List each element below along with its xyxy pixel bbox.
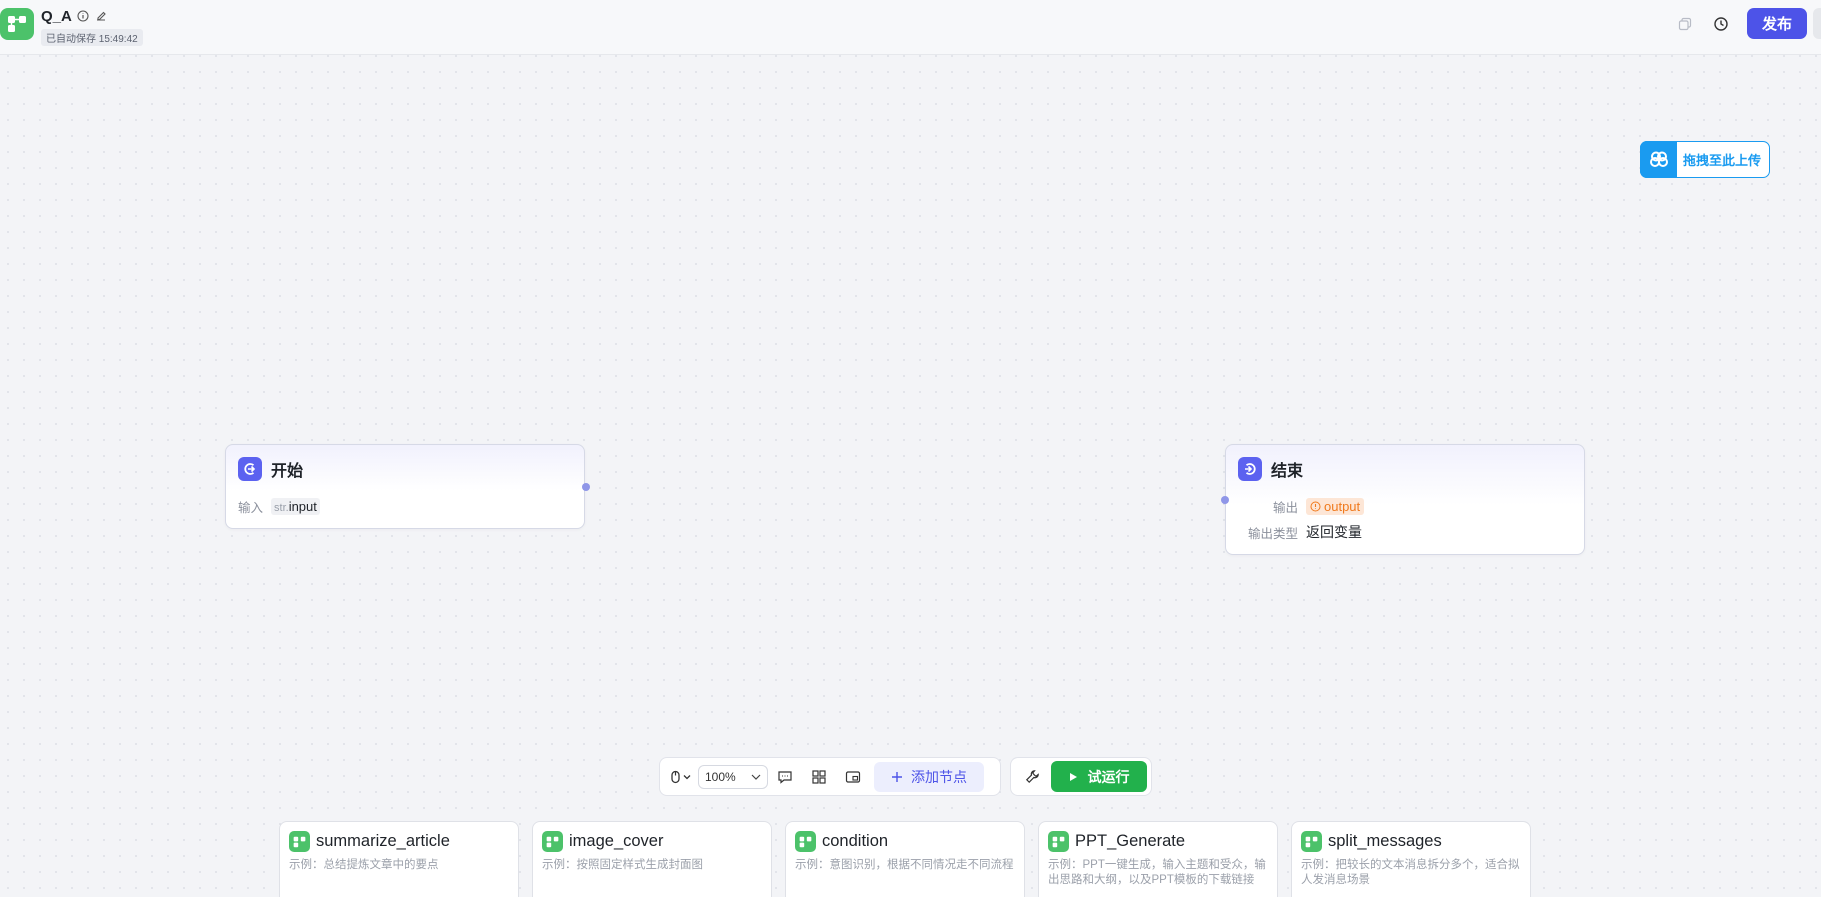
input-label: 输入	[238, 500, 264, 515]
zoom-select[interactable]: 100%	[698, 764, 768, 789]
end-node-title: 结束	[1271, 463, 1304, 480]
end-node-input-port[interactable]	[1221, 496, 1229, 504]
zoom-value: 100%	[705, 769, 736, 784]
workflow-title: Q_A	[41, 7, 72, 25]
template-name: image_cover	[569, 832, 664, 850]
template-name: condition	[822, 832, 889, 850]
workflow-logo-icon	[0, 8, 34, 40]
workflow-icon	[1301, 831, 1322, 852]
run-toolbar: 试运行	[1010, 757, 1152, 796]
auto-layout-icon[interactable]	[802, 762, 836, 792]
template-description: 示例：PPT一键生成，输入主题和受众，输出思路和大纲，以及PPT模板的下载链接	[1048, 859, 1266, 886]
start-node-title: 开始	[271, 463, 304, 480]
workflow-icon	[1048, 831, 1069, 852]
play-icon	[1069, 772, 1077, 781]
output-var-name: output	[1324, 498, 1361, 514]
template-description: 示例：按照固定样式生成封面图	[542, 859, 703, 871]
upload-cloud-icon	[1640, 140, 1677, 178]
plus-icon	[892, 771, 902, 782]
history-icon[interactable]	[1703, 9, 1739, 39]
start-node-icon	[238, 457, 262, 481]
output-label: 输出	[1272, 500, 1298, 515]
warning-icon	[1310, 501, 1321, 511]
output-type-label: 输出类型	[1247, 526, 1298, 541]
template-card-summarize-article[interactable]: summarize_article 示例：总结提炼文章中的要点	[279, 821, 519, 897]
template-name: split_messages	[1328, 832, 1442, 850]
info-icon[interactable]	[76, 9, 90, 23]
template-description: 示例：意图识别，根据不同情况走不同流程	[795, 859, 1014, 871]
publish-button[interactable]: 发布	[1747, 8, 1807, 39]
start-node[interactable]: 开始 输入 str.input	[225, 444, 585, 529]
title-area: Q_A 已自动保存 15:49:42	[41, 7, 143, 47]
test-run-button[interactable]: 试运行	[1051, 761, 1147, 792]
workflow-icon	[289, 831, 310, 852]
mouse-mode-icon[interactable]	[664, 762, 698, 792]
edit-icon[interactable]	[94, 9, 108, 23]
template-card-split-messages[interactable]: split_messages 示例：把较长的文本消息拆分多个，适合拟人发消息场景	[1291, 821, 1531, 897]
input-name: input	[288, 498, 317, 514]
end-node-icon	[1238, 457, 1262, 481]
template-card-ppt-generate[interactable]: PPT_Generate 示例：PPT一键生成，输入主题和受众，输出思路和大纲，…	[1038, 821, 1278, 897]
output-type-value: 返回变量	[1306, 524, 1362, 540]
template-card-condition[interactable]: condition 示例：意图识别，根据不同情况走不同流程	[785, 821, 1025, 897]
output-variable-chip: output	[1306, 497, 1365, 515]
canvas-toolbar: 100% 添加节点	[659, 757, 1001, 796]
upload-label: 拖拽至此上传	[1683, 153, 1762, 168]
minimap-icon[interactable]	[836, 762, 870, 792]
top-bar: Q_A 已自动保存 15:49:42 发布	[0, 0, 1821, 55]
input-variable-chip: str.input	[271, 497, 320, 515]
comment-icon[interactable]	[768, 762, 802, 792]
input-type: str.	[274, 501, 289, 514]
copy-icon[interactable]	[1667, 9, 1703, 39]
side-panel-handle[interactable]	[1813, 8, 1821, 39]
autosave-status: 已自动保存 15:49:42	[41, 29, 143, 46]
add-node-button[interactable]: 添加节点	[874, 761, 984, 792]
template-description: 示例：总结提炼文章中的要点	[289, 859, 439, 871]
chevron-down-icon	[751, 774, 761, 780]
workflow-icon	[542, 831, 563, 852]
wrench-icon[interactable]	[1015, 762, 1049, 792]
end-node[interactable]: 结束 输出 output 输出类型 返回变量	[1225, 444, 1585, 555]
template-name: PPT_Generate	[1075, 832, 1186, 850]
workflow-icon	[795, 831, 816, 852]
add-node-label: 添加节点	[911, 768, 967, 785]
template-card-image-cover[interactable]: image_cover 示例：按照固定样式生成封面图	[532, 821, 772, 897]
test-run-label: 试运行	[1087, 768, 1130, 785]
template-description: 示例：把较长的文本消息拆分多个，适合拟人发消息场景	[1301, 859, 1520, 886]
template-name: summarize_article	[316, 832, 450, 850]
drag-upload-button[interactable]: 拖拽至此上传	[1640, 140, 1770, 178]
start-node-output-port[interactable]	[582, 483, 590, 491]
